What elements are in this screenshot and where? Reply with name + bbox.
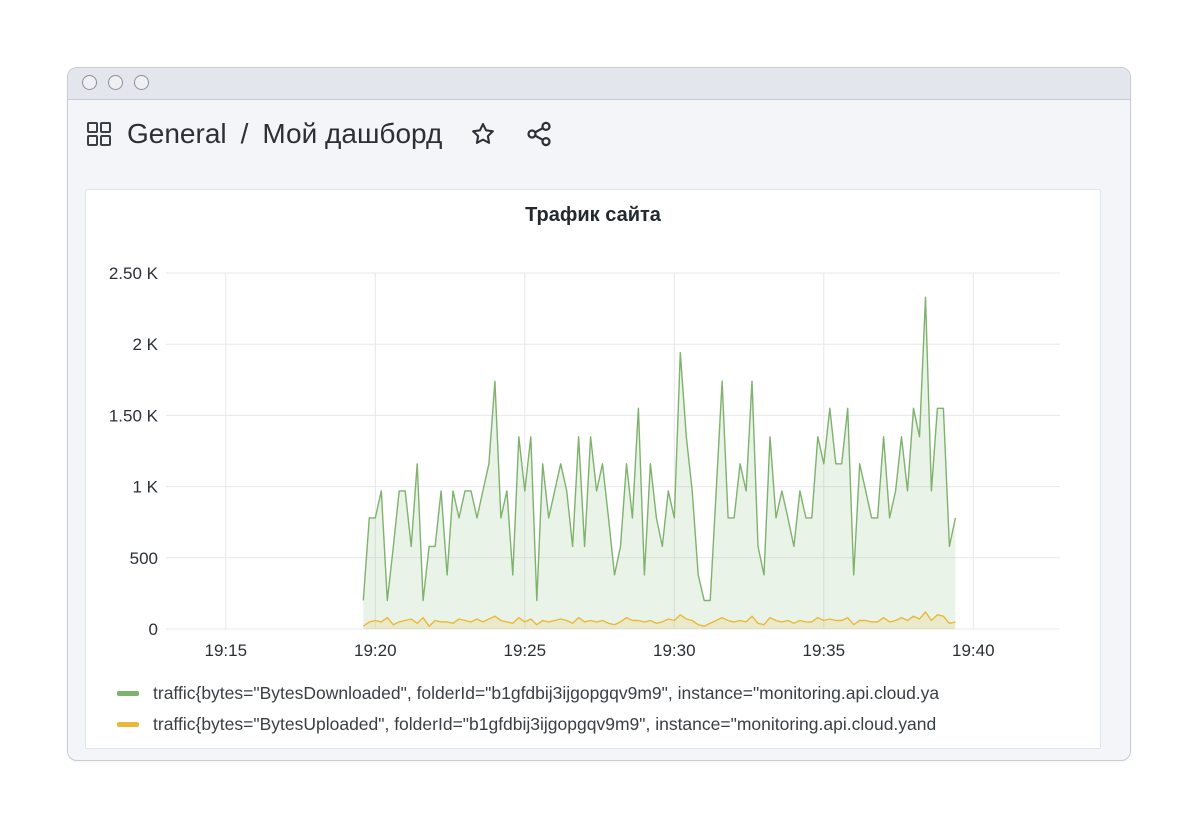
y-tick-label: 1 K [132,478,158,497]
share-button[interactable] [524,119,554,149]
window-minimize-dot[interactable] [108,75,123,90]
breadcrumb-separator: / [240,118,249,149]
breadcrumb-folder[interactable]: General [127,118,227,150]
share-icon [527,121,551,147]
star-icon [472,123,495,144]
window-close-dot[interactable] [82,75,97,90]
x-tick-label: 19:35 [803,641,846,660]
legend-label-downloaded: traffic{bytes="BytesDownloaded", folderI… [153,683,940,703]
legend-item-downloaded[interactable]: traffic{bytes="BytesDownloaded", folderI… [117,678,1087,709]
y-tick-label: 1.50 K [109,406,159,425]
y-tick-label: 500 [130,549,158,568]
y-tick-label: 2.50 K [109,264,159,283]
dashboard-title[interactable]: Мой дашборд [262,118,442,150]
breadcrumb: General / Мой дашборд [85,114,554,154]
legend-item-uploaded[interactable]: traffic{bytes="BytesUploaded", folderId=… [117,709,1087,740]
series-area-0 [363,297,956,629]
x-tick-label: 19:20 [354,641,397,660]
star-button[interactable] [468,119,498,149]
legend-swatch-uploaded [117,722,139,727]
y-tick-label: 2 K [132,335,158,354]
legend-label-uploaded: traffic{bytes="BytesUploaded", folderId=… [153,714,937,734]
traffic-chart[interactable]: 0 500 1 K 1.50 K 2 K 2.50 K 19:15 19:20 19:25 19:… [86,190,1102,670]
apps-grid-icon[interactable] [85,120,113,148]
browser-window: General / Мой дашборд Трафик сайта 0 500 1… [67,67,1131,761]
x-tick-label: 19:15 [205,641,248,660]
y-tick-label: 0 [149,620,158,639]
x-tick-label: 19:30 [653,641,696,660]
legend-swatch-downloaded [117,691,139,696]
window-maximize-dot[interactable] [134,75,149,90]
x-tick-label: 19:40 [952,641,995,660]
x-tick-label: 19:25 [504,641,547,660]
chart-legend: traffic{bytes="BytesDownloaded", folderI… [117,678,1087,740]
window-titlebar [68,68,1130,100]
chart-panel: Трафик сайта 0 500 1 K 1.50 K2 K 2.50 K 19:15… [85,189,1101,749]
